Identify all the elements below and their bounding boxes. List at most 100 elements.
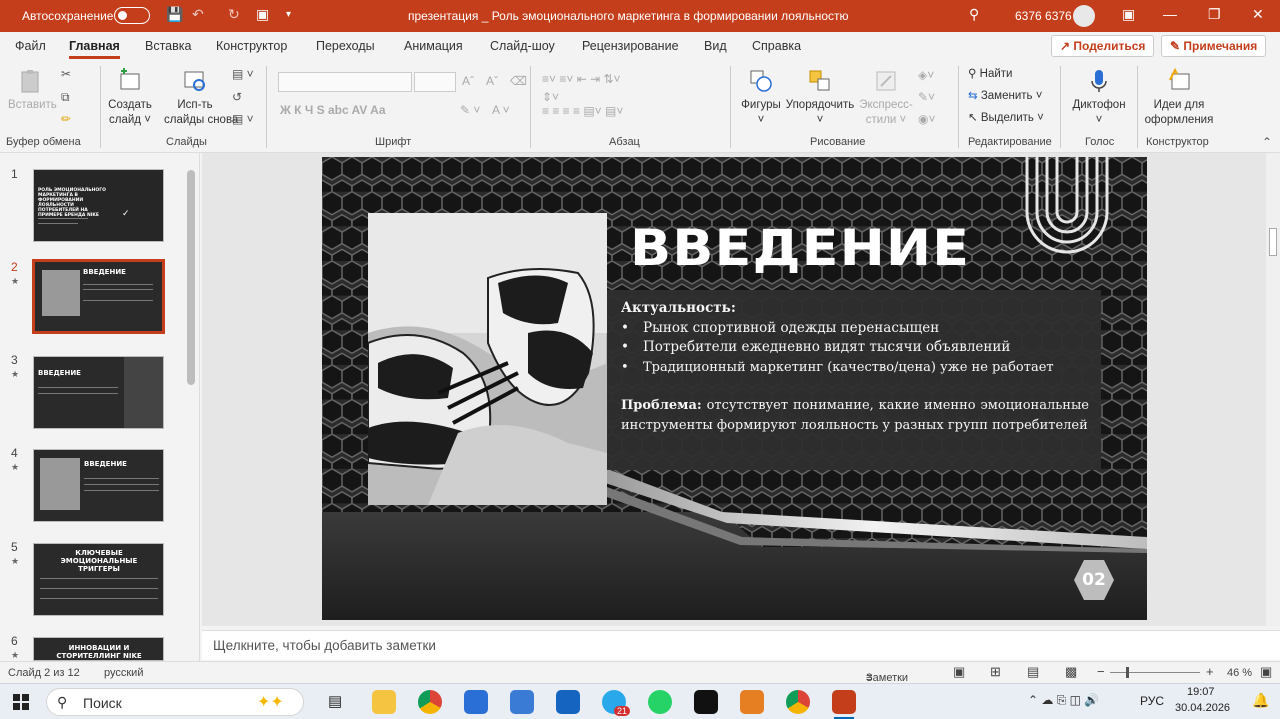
tab-review[interactable]: Рецензирование [582,39,679,53]
ribbon-display-options-icon[interactable]: ▣ [1122,6,1135,23]
design-ideas-button[interactable]: Идеи для оформления [1142,68,1216,128]
content-box[interactable]: Актуальность: • Рынок спортивной одежды п… [607,290,1101,470]
zoom-slider[interactable] [1110,672,1200,673]
slide-title[interactable]: ВВЕДЕНИЕ [630,219,970,277]
task-view-icon[interactable]: ▤ [328,692,342,710]
quick-styles-button[interactable]: Экспресс- стили ˅ [856,68,916,128]
clock-date[interactable]: 30.04.2026 [1175,702,1230,714]
zoom-out-icon[interactable]: − [1097,664,1105,679]
font-color-icon[interactable]: A ˅ [492,103,510,117]
outlook-icon[interactable] [556,690,580,714]
store-icon[interactable] [464,690,488,714]
close-icon[interactable]: ✕ [1252,6,1264,23]
tab-view[interactable]: Вид [704,39,727,53]
increase-font-icon[interactable]: Aˆ [462,74,474,88]
shape-fill-icon[interactable]: ◈˅ [918,68,934,82]
normal-view-icon[interactable]: ▣ [953,664,965,680]
arrange-button[interactable]: Упорядочить ˅ [784,68,856,128]
control-panel-icon[interactable] [510,690,534,714]
tab-file[interactable]: Файл [15,39,46,53]
align-icons[interactable]: ≡ ≡ ≡ ≡ ▤˅ ▤˅ [542,104,623,118]
dictate-button[interactable]: Диктофон ˅ [1070,68,1128,128]
whatsapp-icon[interactable] [648,690,672,714]
thumbnail-slide-4[interactable]: ВВЕДЕНИЕ [33,449,164,522]
paste-button[interactable]: Вставить [8,68,57,113]
collapse-ribbon-icon[interactable]: ⌃ [1262,135,1272,149]
presentation-start-icon[interactable]: ▣ [256,6,269,23]
language-indicator[interactable]: русский [104,667,143,679]
chrome-icon[interactable] [418,690,442,714]
clear-format-icon[interactable]: ⌫ [510,74,527,88]
autosave-toggle[interactable] [114,7,150,24]
zoom-in-icon[interactable]: + [1206,664,1214,679]
share-button[interactable]: ↗ Поделиться [1051,35,1155,57]
reuse-slides-button[interactable]: Исп-ть слайды снова [164,68,238,128]
layout-icon[interactable]: ▤ ˅ [232,67,254,81]
slide-sorter-icon[interactable]: ⊞ [990,664,1001,680]
select-button[interactable]: ↖ Выделить ˅ [968,110,1044,124]
tab-transitions[interactable]: Переходы [316,39,375,53]
fit-slide-icon[interactable]: ▣ [1260,664,1272,680]
font-family-select[interactable] [278,72,412,92]
thumbnail-slide-3[interactable]: ВВЕДЕНИЕ [33,356,164,429]
comments-button[interactable]: ✎ Примечания [1161,35,1267,57]
tray-icons[interactable]: ⌃ ☁ ⎘ ◫ 🔊 [1028,693,1099,708]
windows-start-icon[interactable] [13,694,29,710]
save-icon[interactable]: 💾 [166,6,183,23]
current-slide[interactable]: ВВЕДЕНИЕ Актуальность: • Рынок спортивной… [322,157,1147,620]
thumbnail-slide-6[interactable]: ИННОВАЦИИ И СТОРИТЕЛЛИНГ NIKE [33,637,164,661]
section-icon[interactable]: ▤ ˅ [232,112,254,126]
minimize-icon[interactable]: — [1163,6,1177,22]
document-title[interactable]: презентация _ Роль эмоционального маркет… [408,9,848,23]
new-slide-button[interactable]: Создать слайд ˅ [106,68,154,128]
tab-home[interactable]: Главная [69,39,120,59]
tab-insert[interactable]: Вставка [145,39,191,53]
thumbnail-slide-1[interactable]: РОЛЬ ЭМОЦИОНАЛЬНОГО МАРКЕТИНГА В ФОРМИРО… [33,169,164,242]
tab-design[interactable]: Конструктор [216,39,287,53]
sublime-icon[interactable] [740,690,764,714]
slideshow-icon[interactable]: ▩ [1065,664,1077,680]
zoom-level[interactable]: 46 % [1227,667,1252,679]
shape-effects-icon[interactable]: ◉˅ [918,112,935,126]
find-button[interactable]: ⚲ Найти [968,66,1012,80]
clock-time[interactable]: 19:07 [1187,686,1215,698]
powerpoint-icon[interactable] [832,690,856,714]
reset-icon[interactable]: ↺ [232,90,242,104]
canvas-scrollbar[interactable] [1266,153,1280,626]
user-avatar[interactable] [1073,5,1095,27]
notifications-icon[interactable]: 🔔 [1252,692,1269,709]
notes-pane[interactable]: Щелкните, чтобы добавить заметки [202,630,1280,660]
restore-icon[interactable]: ❐ [1208,6,1221,23]
copy-icon[interactable]: ⧉ [61,90,70,105]
highlight-icon[interactable]: ✎ ˅ [460,103,480,117]
tab-animations[interactable]: Анимация [404,39,463,53]
replace-button[interactable]: ⇆ Заменить ˅ [968,88,1042,102]
input-language[interactable]: РУС [1140,694,1164,708]
thumbnail-slide-2[interactable]: ВВЕДЕНИЕ [32,259,165,334]
shape-outline-icon[interactable]: ✎˅ [918,90,935,104]
undo-icon[interactable]: ↶ [192,6,204,23]
scrollbar-thumb[interactable] [187,170,195,385]
format-painter-icon[interactable]: ✏ [61,112,71,126]
taskbar-search-box[interactable]: ⚲ Поиск ✦✦ [46,688,304,716]
bullets-icon[interactable]: ≡˅ ≡˅ ⇤ ⇥ ⇅˅ [542,72,621,86]
reading-view-icon[interactable]: ▤ [1027,664,1039,680]
chrome-profile-icon[interactable] [786,690,810,714]
text-direction-icon[interactable]: ⇕˅ [542,90,559,104]
decrease-font-icon[interactable]: Aˇ [486,74,498,88]
app-icon[interactable] [694,690,718,714]
font-size-select[interactable] [414,72,456,92]
thumbnail-scrollbar[interactable] [185,160,197,655]
redo-icon[interactable]: ↻ [228,6,240,23]
user-name[interactable]: 6376 6376 [1015,9,1072,23]
search-icon[interactable]: ⚲ [969,6,979,23]
shapes-button[interactable]: Фигуры ˅ [738,68,784,128]
quick-access-dropdown-icon[interactable]: ▾ [286,9,291,20]
scrollbar-thumb[interactable] [1269,228,1277,256]
file-explorer-icon[interactable] [372,690,396,714]
zoom-slider-thumb[interactable] [1126,667,1129,678]
cut-icon[interactable]: ✂ [61,67,71,81]
tab-slideshow[interactable]: Слайд-шоу [490,39,555,53]
font-style-buttons[interactable]: Ж К Ч S abc AV Aa [280,103,386,117]
thumbnail-slide-5[interactable]: КЛЮЧЕВЫЕ ЭМОЦИОНАЛЬНЫЕ ТРИГГЕРЫ [33,543,164,616]
